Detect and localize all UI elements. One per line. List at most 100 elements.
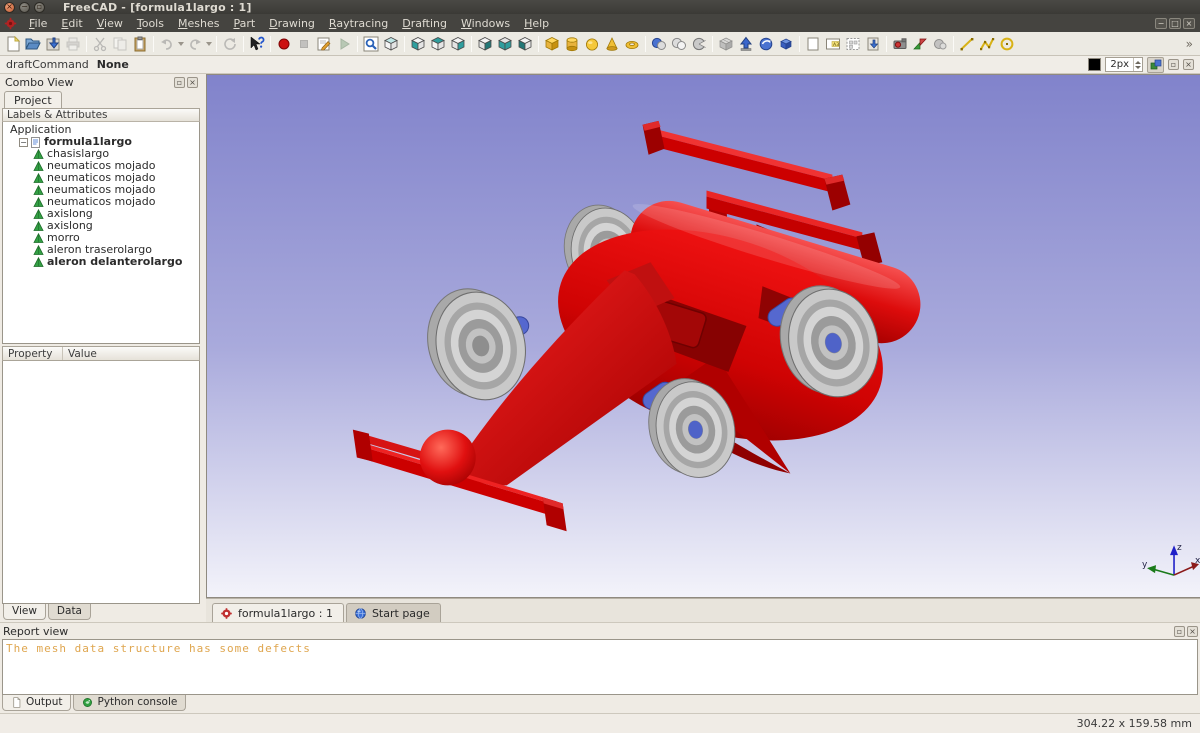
3d-viewport[interactable]: z x y	[206, 74, 1200, 598]
raytracing-new-project-icon[interactable]	[910, 34, 930, 54]
combo-view-close-button[interactable]: ×	[187, 77, 198, 88]
view-front-icon[interactable]	[408, 34, 428, 54]
drawing-new-page-icon[interactable]	[803, 34, 823, 54]
refresh-icon[interactable]	[220, 34, 240, 54]
report-view-close-button[interactable]: ×	[1187, 626, 1198, 637]
tree-item-aleron-delantero[interactable]: aleron delanterolargo	[7, 256, 199, 268]
property-table[interactable]	[2, 361, 200, 604]
window-close-button[interactable]: ×	[4, 2, 15, 13]
undo-icon[interactable]	[157, 34, 177, 54]
redo-dropdown-icon[interactable]	[205, 34, 213, 54]
output-tab-label: Output	[26, 696, 62, 708]
combo-view-float-button[interactable]: ▫	[174, 77, 185, 88]
view-rear-icon[interactable]	[475, 34, 495, 54]
whats-this-icon[interactable]	[247, 34, 267, 54]
window-minimize-button[interactable]: −	[19, 2, 30, 13]
view-bottom-icon[interactable]	[495, 34, 515, 54]
menu-drafting[interactable]: Drafting	[395, 16, 454, 31]
menu-drawing[interactable]: Drawing	[262, 16, 322, 31]
main-toolbar: A3 »	[0, 32, 1200, 56]
view-left-icon[interactable]	[515, 34, 535, 54]
menu-help[interactable]: Help	[517, 16, 556, 31]
drawing-export-page-icon[interactable]	[863, 34, 883, 54]
menu-raytracing[interactable]: Raytracing	[322, 16, 395, 31]
line-color-swatch[interactable]	[1088, 58, 1101, 71]
line-width-value: 2px	[1106, 58, 1133, 71]
view-fit-all-icon[interactable]	[361, 34, 381, 54]
part-cone-icon[interactable]	[602, 34, 622, 54]
tab-view[interactable]: View	[3, 604, 46, 620]
window-maximize-button[interactable]: ▫	[34, 2, 45, 13]
report-view-float-button[interactable]: ▫	[1174, 626, 1185, 637]
draft-line-icon[interactable]	[957, 34, 977, 54]
tree-expander-icon[interactable]: −	[19, 138, 28, 147]
copy-icon[interactable]	[110, 34, 130, 54]
toolbar-overflow-chevron[interactable]: »	[1182, 37, 1197, 51]
macro-record-icon[interactable]	[274, 34, 294, 54]
part-torus-icon[interactable]	[622, 34, 642, 54]
redo-icon[interactable]	[185, 34, 205, 54]
draft-wire-icon[interactable]	[977, 34, 997, 54]
document-tab-bar: formula1largo : 1 Start page	[206, 598, 1200, 622]
raytracing-export-icon[interactable]	[930, 34, 950, 54]
menu-tools[interactable]: Tools	[130, 16, 171, 31]
mdi-restore-button[interactable]: □	[1169, 18, 1181, 29]
mesh-curvature-plot-icon[interactable]	[756, 34, 776, 54]
freecad-logo-icon	[4, 17, 17, 30]
save-document-icon[interactable]	[43, 34, 63, 54]
menu-part[interactable]: Part	[226, 16, 262, 31]
property-column-header[interactable]: Property	[3, 347, 63, 360]
print-icon[interactable]	[63, 34, 83, 54]
mdi-minimize-button[interactable]: −	[1155, 18, 1167, 29]
part-box-icon[interactable]	[542, 34, 562, 54]
open-document-icon[interactable]	[23, 34, 43, 54]
toolbar-close-button[interactable]: ×	[1183, 59, 1194, 70]
part-sphere-icon[interactable]	[582, 34, 602, 54]
menu-view[interactable]: View	[90, 16, 130, 31]
tab-data[interactable]: Data	[48, 604, 91, 620]
boolean-cut-icon[interactable]	[689, 34, 709, 54]
new-document-icon[interactable]	[3, 34, 23, 54]
menu-windows[interactable]: Windows	[454, 16, 517, 31]
part-cylinder-icon[interactable]	[562, 34, 582, 54]
cut-icon[interactable]	[90, 34, 110, 54]
toolbar-float-button[interactable]: ▫	[1168, 59, 1179, 70]
mesh-from-shape-icon[interactable]	[716, 34, 736, 54]
line-width-spin-arrows[interactable]	[1133, 58, 1142, 71]
undo-dropdown-icon[interactable]	[177, 34, 185, 54]
value-column-header[interactable]: Value	[63, 347, 97, 360]
macro-stop-icon[interactable]	[294, 34, 314, 54]
tab-python-console[interactable]: Python console	[73, 695, 186, 711]
apply-style-button[interactable]	[1147, 57, 1164, 73]
3d-model-formula1-car[interactable]: z x y	[207, 75, 1200, 597]
mesh-polygon-cut-icon[interactable]	[776, 34, 796, 54]
paste-icon[interactable]	[130, 34, 150, 54]
mdi-close-button[interactable]: ×	[1183, 18, 1195, 29]
tab-start-page[interactable]: Start page	[346, 603, 441, 622]
line-width-spinbox[interactable]: 2px	[1105, 57, 1143, 72]
tree-item-axislong-2[interactable]: axislong	[7, 220, 199, 232]
model-tree[interactable]: Application − formula1largo chasislargo …	[2, 122, 200, 344]
menu-edit[interactable]: Edit	[54, 16, 89, 31]
boolean-union-icon[interactable]	[649, 34, 669, 54]
tree-item-axislong-1[interactable]: axislong	[7, 208, 199, 220]
boolean-common-icon[interactable]	[669, 34, 689, 54]
nose-ball[interactable]	[420, 430, 476, 486]
mesh-export-icon[interactable]	[736, 34, 756, 54]
view-right-icon[interactable]	[448, 34, 468, 54]
view-top-icon[interactable]	[428, 34, 448, 54]
draft-circle-icon[interactable]	[997, 34, 1017, 54]
tab-formula1largo-document[interactable]: formula1largo : 1	[212, 603, 344, 622]
menu-meshes[interactable]: Meshes	[171, 16, 226, 31]
tab-project[interactable]: Project	[4, 91, 62, 108]
report-output[interactable]: The mesh data structure has some defects	[2, 639, 1198, 695]
tree-item-neumaticos-4[interactable]: neumaticos mojado	[7, 196, 199, 208]
macro-play-icon[interactable]	[334, 34, 354, 54]
macro-edit-icon[interactable]	[314, 34, 334, 54]
drawing-ortho-views-icon[interactable]	[843, 34, 863, 54]
view-axonometric-icon[interactable]	[381, 34, 401, 54]
raytracing-render-icon[interactable]	[890, 34, 910, 54]
tab-output[interactable]: Output	[2, 695, 71, 711]
drawing-a3-landscape-icon[interactable]: A3	[823, 34, 843, 54]
menu-file[interactable]: File	[22, 16, 54, 31]
